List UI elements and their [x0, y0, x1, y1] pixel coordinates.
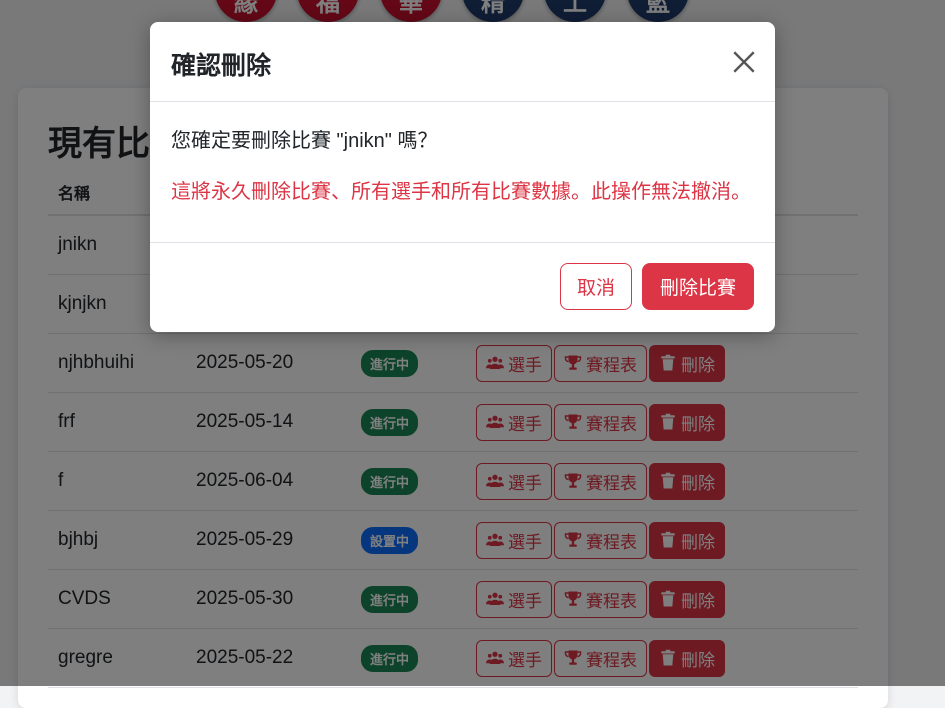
cancel-button[interactable]: 取消	[560, 263, 632, 310]
close-button[interactable]	[731, 49, 757, 75]
modal-body: 您確定要刪除比賽 "jnikn" 嗎？ 這將永久刪除比賽、所有選手和所有比賽數據…	[150, 102, 775, 243]
confirm-delete-button[interactable]: 刪除比賽	[642, 263, 754, 310]
modal-title: 確認刪除	[171, 52, 272, 80]
confirm-delete-modal: 確認刪除 您確定要刪除比賽 "jnikn" 嗎？ 這將永久刪除比賽、所有選手和所…	[150, 22, 775, 332]
modal-footer: 取消 刪除比賽	[150, 243, 775, 332]
modal-header: 確認刪除	[150, 22, 775, 102]
close-icon	[733, 51, 755, 73]
warning-message: 這將永久刪除比賽、所有選手和所有比賽數據。此操作無法撤消。	[171, 181, 751, 203]
confirm-message: 您確定要刪除比賽 "jnikn" 嗎？	[171, 130, 438, 152]
